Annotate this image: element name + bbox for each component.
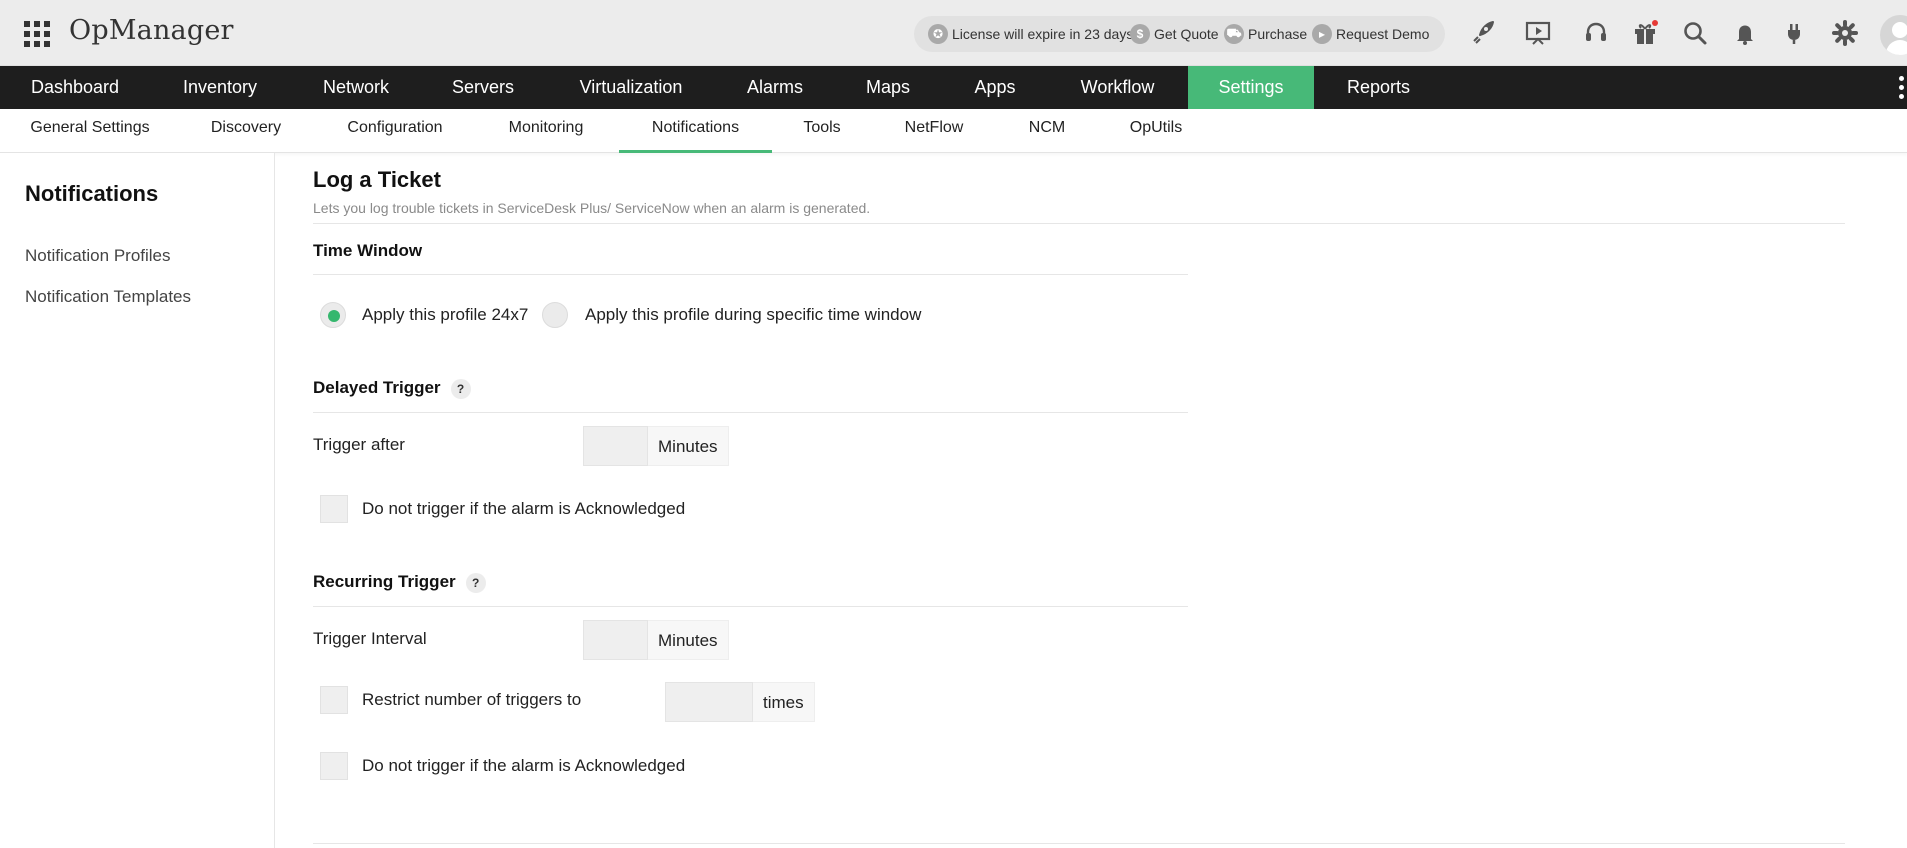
restrict-triggers-checkbox[interactable] xyxy=(320,686,348,714)
gift-icon[interactable] xyxy=(1627,15,1663,51)
get-quote-label: Get Quote xyxy=(1154,26,1219,42)
request-demo-link[interactable]: ▸ Request Demo xyxy=(1312,16,1429,52)
tab-oputils[interactable]: OpUtils xyxy=(1118,109,1194,153)
purchase-label: Purchase xyxy=(1248,26,1308,42)
nav-reports[interactable]: Reports xyxy=(1330,66,1427,109)
help-icon[interactable]: ? xyxy=(450,378,471,399)
license-text: License will expire in 23 days xyxy=(952,26,1134,42)
restrict-triggers-input[interactable] xyxy=(665,682,753,722)
nav-network[interactable]: Network xyxy=(303,66,409,109)
license-icon: ✪ xyxy=(928,24,948,44)
delayed-ack-checkbox[interactable] xyxy=(320,495,348,523)
tab-general-settings[interactable]: General Settings xyxy=(18,109,162,153)
trigger-after-input[interactable] xyxy=(583,426,648,466)
bell-icon[interactable] xyxy=(1727,15,1763,51)
main-nav: Dashboard Inventory Network Servers Virt… xyxy=(0,66,1907,109)
more-menu-icon[interactable] xyxy=(1897,76,1907,100)
nav-maps[interactable]: Maps xyxy=(846,66,930,109)
divider xyxy=(313,412,1188,413)
cart-icon: ⛟ xyxy=(1224,24,1244,44)
tab-ncm[interactable]: NCM xyxy=(1018,109,1076,153)
radio-24x7-label[interactable]: Apply this profile 24x7 xyxy=(362,305,528,325)
divider xyxy=(313,223,1845,224)
divider xyxy=(313,843,1845,844)
sidebar-item-notification-profiles[interactable]: Notification Profiles xyxy=(25,246,171,266)
nav-apps[interactable]: Apps xyxy=(955,66,1035,109)
delayed-ack-label[interactable]: Do not trigger if the alarm is Acknowled… xyxy=(362,499,685,519)
delayed-trigger-title: Delayed Trigger xyxy=(313,378,441,397)
sub-nav: General Settings Discovery Configuration… xyxy=(0,109,1907,153)
license-info[interactable]: ✪ License will expire in 23 days xyxy=(928,16,1133,52)
license-bar: ✪ License will expire in 23 days $ Get Q… xyxy=(914,16,1445,52)
trigger-interval-label: Trigger Interval xyxy=(313,629,427,648)
headset-icon[interactable] xyxy=(1578,15,1614,51)
tab-netflow[interactable]: NetFlow xyxy=(890,109,978,153)
recurring-trigger-title: Recurring Trigger xyxy=(313,572,456,591)
nav-virtualization[interactable]: Virtualization xyxy=(558,66,704,109)
nav-workflow[interactable]: Workflow xyxy=(1059,66,1176,109)
app-grid-icon[interactable] xyxy=(24,21,50,47)
nav-servers[interactable]: Servers xyxy=(433,66,533,109)
demo-icon: ▸ xyxy=(1312,24,1332,44)
trigger-after-label: Trigger after xyxy=(313,435,405,454)
nav-alarms[interactable]: Alarms xyxy=(729,66,821,109)
user-avatar[interactable] xyxy=(1880,15,1907,55)
gear-icon[interactable] xyxy=(1827,15,1863,51)
restrict-triggers-label[interactable]: Restrict number of triggers to xyxy=(362,690,581,710)
radio-specific-time-window-label[interactable]: Apply this profile during specific time … xyxy=(585,305,921,325)
main-content: Log a Ticket Lets you log trouble ticket… xyxy=(275,153,1907,848)
tab-notifications[interactable]: Notifications xyxy=(619,109,772,153)
tab-monitoring[interactable]: Monitoring xyxy=(494,109,598,153)
dollar-icon: $ xyxy=(1130,24,1150,44)
section-title-delayed-trigger: Delayed Trigger? xyxy=(313,378,471,399)
help-icon[interactable]: ? xyxy=(465,572,486,593)
page-title: Log a Ticket xyxy=(313,167,441,192)
restrict-triggers-unit: times xyxy=(753,682,815,722)
plug-icon[interactable] xyxy=(1776,15,1812,51)
sidebar-title: Notifications xyxy=(25,181,159,206)
nav-inventory[interactable]: Inventory xyxy=(162,66,278,109)
search-icon[interactable] xyxy=(1677,15,1713,51)
radio-specific-time-window[interactable] xyxy=(542,302,568,328)
recurring-ack-label[interactable]: Do not trigger if the alarm is Acknowled… xyxy=(362,756,685,776)
request-demo-label: Request Demo xyxy=(1336,26,1430,42)
rocket-icon[interactable] xyxy=(1464,15,1500,51)
sidebar-item-notification-templates[interactable]: Notification Templates xyxy=(25,287,191,307)
trigger-interval-input[interactable] xyxy=(583,620,648,660)
presentation-icon[interactable] xyxy=(1520,15,1556,51)
tab-configuration[interactable]: Configuration xyxy=(330,109,460,153)
divider xyxy=(313,274,1188,275)
purchase-link[interactable]: ⛟ Purchase xyxy=(1224,16,1307,52)
left-panel: Notifications Notification Profiles Noti… xyxy=(0,153,275,848)
divider xyxy=(313,606,1188,607)
get-quote-link[interactable]: $ Get Quote xyxy=(1130,16,1219,52)
tab-tools[interactable]: Tools xyxy=(792,109,852,153)
top-header: OpManager ✪ License will expire in 23 da… xyxy=(0,0,1907,66)
section-title-time-window: Time Window xyxy=(313,241,423,260)
nav-dashboard[interactable]: Dashboard xyxy=(12,66,138,109)
trigger-after-unit: Minutes xyxy=(648,426,729,466)
radio-24x7[interactable] xyxy=(320,302,346,328)
nav-settings[interactable]: Settings xyxy=(1188,66,1314,109)
tab-discovery[interactable]: Discovery xyxy=(196,109,296,153)
section-title-recurring-trigger: Recurring Trigger? xyxy=(313,572,486,593)
recurring-ack-checkbox[interactable] xyxy=(320,752,348,780)
app-name[interactable]: OpManager xyxy=(69,15,234,46)
trigger-interval-unit: Minutes xyxy=(648,620,729,660)
page-description: Lets you log trouble tickets in ServiceD… xyxy=(313,200,871,216)
